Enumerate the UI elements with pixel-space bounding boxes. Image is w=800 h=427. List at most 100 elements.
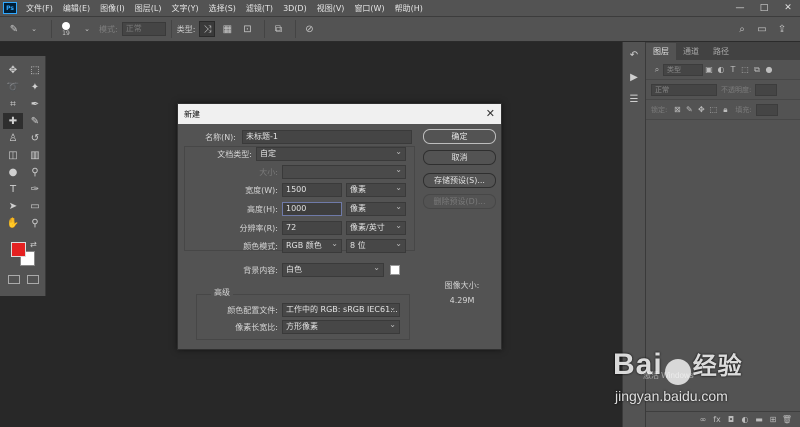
color-mode-select[interactable]: RGB 颜色: [282, 238, 342, 253]
minimize-button[interactable]: —: [728, 3, 752, 13]
history-brush-tool-icon[interactable]: ↺: [25, 130, 45, 146]
dodge-tool-icon[interactable]: ⚲: [25, 164, 45, 180]
create-texture-icon[interactable]: ▦: [219, 21, 235, 37]
marquee-tool-icon[interactable]: ⬚: [25, 62, 45, 78]
tab-layers[interactable]: 图层: [646, 43, 676, 60]
share-icon[interactable]: ⇪: [774, 21, 790, 37]
menu-layer[interactable]: 图层(L): [130, 3, 167, 14]
move-tool-icon[interactable]: ✥: [3, 62, 23, 78]
menu-view[interactable]: 视图(V): [312, 3, 350, 14]
search-icon[interactable]: ⌕: [734, 21, 750, 37]
height-unit-select[interactable]: 像素: [346, 201, 406, 216]
brush-size-picker[interactable]: 19: [57, 21, 75, 37]
menu-edit[interactable]: 编辑(E): [58, 3, 95, 14]
document-type-select[interactable]: 自定: [256, 146, 406, 161]
resolution-unit-select[interactable]: 像素/英寸: [346, 220, 406, 235]
layer-style-icon[interactable]: fx: [710, 415, 724, 424]
menu-window[interactable]: 窗口(W): [349, 3, 389, 14]
brush-tool-icon[interactable]: ✎: [25, 113, 45, 129]
rectangle-tool-icon[interactable]: ▭: [25, 198, 45, 214]
new-group-icon[interactable]: ▬: [752, 415, 766, 424]
color-profile-select[interactable]: 工作中的 RGB: sRGB IEC61...: [282, 302, 400, 317]
menu-type[interactable]: 文字(Y): [166, 3, 203, 14]
properties-panel-icon[interactable]: ☰: [623, 90, 645, 108]
size-select[interactable]: [282, 164, 406, 179]
close-window-button[interactable]: ✕: [776, 3, 800, 13]
tool-preset-dropdown-icon[interactable]: ⌄: [26, 21, 42, 37]
menu-image[interactable]: 图像(I): [95, 3, 130, 14]
menu-file[interactable]: 文件(F): [21, 3, 58, 14]
name-input[interactable]: 未标题-1: [242, 130, 412, 144]
maximize-button[interactable]: □: [752, 3, 776, 13]
height-input[interactable]: 1000: [282, 202, 342, 216]
filter-toggle-icon[interactable]: ●: [763, 65, 775, 74]
quick-mask-icon[interactable]: [8, 275, 20, 284]
proximity-match-icon[interactable]: ⤨: [199, 21, 216, 37]
zoom-tool-icon[interactable]: ⚲: [25, 215, 45, 231]
history-panel-icon[interactable]: ↶: [623, 46, 645, 64]
delete-preset-button[interactable]: 删除预设(D)...: [423, 194, 496, 209]
background-contents-select[interactable]: 白色: [282, 262, 384, 277]
layer-filter-select[interactable]: 类型: [663, 63, 703, 76]
opacity-input[interactable]: [755, 83, 778, 96]
menu-filter[interactable]: 滤镜(T): [241, 3, 278, 14]
pen-tool-icon[interactable]: ✑: [25, 181, 45, 197]
hand-tool-icon[interactable]: ✋: [3, 215, 23, 231]
delete-layer-icon[interactable]: 🗑︎: [780, 415, 794, 424]
gradient-tool-icon[interactable]: ▥: [25, 147, 45, 163]
menu-help[interactable]: 帮助(H): [390, 3, 428, 14]
brush-tool-icon[interactable]: ✎: [6, 21, 22, 37]
eraser-tool-icon[interactable]: ◫: [3, 147, 23, 163]
actions-panel-icon[interactable]: ▶: [623, 68, 645, 86]
lock-artboard-icon[interactable]: ⬚: [707, 105, 719, 114]
tab-channels[interactable]: 通道: [676, 43, 706, 60]
width-unit-select[interactable]: 像素: [346, 182, 406, 197]
link-layers-icon[interactable]: ∞: [696, 415, 710, 424]
add-mask-icon[interactable]: ◘: [724, 415, 738, 424]
lasso-tool-icon[interactable]: ➰: [3, 79, 23, 95]
shape-filter-icon[interactable]: ⬚: [739, 65, 751, 74]
menu-3d[interactable]: 3D(D): [278, 4, 312, 13]
cancel-button[interactable]: 取消: [423, 150, 496, 165]
blur-tool-icon[interactable]: ●: [3, 164, 23, 180]
lock-pixels-icon[interactable]: ⊠: [671, 105, 683, 114]
crop-tool-icon[interactable]: ⌗: [3, 96, 23, 112]
adjustment-filter-icon[interactable]: ◐: [715, 65, 727, 74]
brush-panel-icon[interactable]: ⌄: [79, 21, 95, 37]
new-layer-icon[interactable]: ⊞: [766, 415, 780, 424]
lock-position-icon[interactable]: ✥: [695, 105, 707, 114]
save-preset-button[interactable]: 存储预设(S)...: [423, 173, 496, 188]
width-input[interactable]: 1500: [282, 183, 342, 197]
bit-depth-select[interactable]: 8 位: [346, 238, 406, 253]
close-icon[interactable]: ✕: [486, 107, 495, 120]
path-selection-tool-icon[interactable]: ➤: [3, 198, 23, 214]
swap-colors-icon[interactable]: ⇄: [30, 240, 37, 249]
pixel-filter-icon[interactable]: ▣: [703, 65, 715, 74]
resolution-input[interactable]: 72: [282, 221, 342, 235]
lock-all-icon[interactable]: 🔒︎: [719, 105, 731, 115]
content-aware-icon[interactable]: ⊡: [239, 21, 255, 37]
lock-brush-icon[interactable]: ✎: [683, 105, 695, 114]
fill-input[interactable]: [755, 103, 778, 116]
smart-object-filter-icon[interactable]: ⧉: [751, 65, 763, 75]
screen-mode-icon[interactable]: [27, 275, 39, 284]
foreground-color-swatch[interactable]: [11, 242, 26, 257]
ok-button[interactable]: 确定: [423, 129, 496, 144]
workspace-icon[interactable]: ▭: [754, 21, 770, 37]
healing-brush-tool-icon[interactable]: ✚: [3, 113, 23, 129]
pressure-icon[interactable]: ⊘: [301, 21, 317, 37]
background-color-swatch[interactable]: [390, 265, 400, 275]
pixel-aspect-select[interactable]: 方形像素: [282, 319, 400, 334]
type-tool-icon[interactable]: T: [3, 181, 23, 197]
mode-select[interactable]: 正常: [121, 22, 166, 36]
type-filter-icon[interactable]: T: [727, 65, 739, 74]
tab-paths[interactable]: 路径: [706, 43, 736, 60]
menu-select[interactable]: 选择(S): [204, 3, 241, 14]
magic-wand-tool-icon[interactable]: ✦: [25, 79, 45, 95]
sample-all-layers-icon[interactable]: ⧉: [270, 21, 286, 37]
adjustment-layer-icon[interactable]: ◐: [738, 415, 752, 424]
clone-stamp-tool-icon[interactable]: ♙: [3, 130, 23, 146]
eyedropper-tool-icon[interactable]: ✒: [25, 96, 45, 112]
blend-mode-select[interactable]: 正常: [651, 83, 717, 96]
dialog-title-bar: 新建 ✕: [178, 104, 501, 124]
